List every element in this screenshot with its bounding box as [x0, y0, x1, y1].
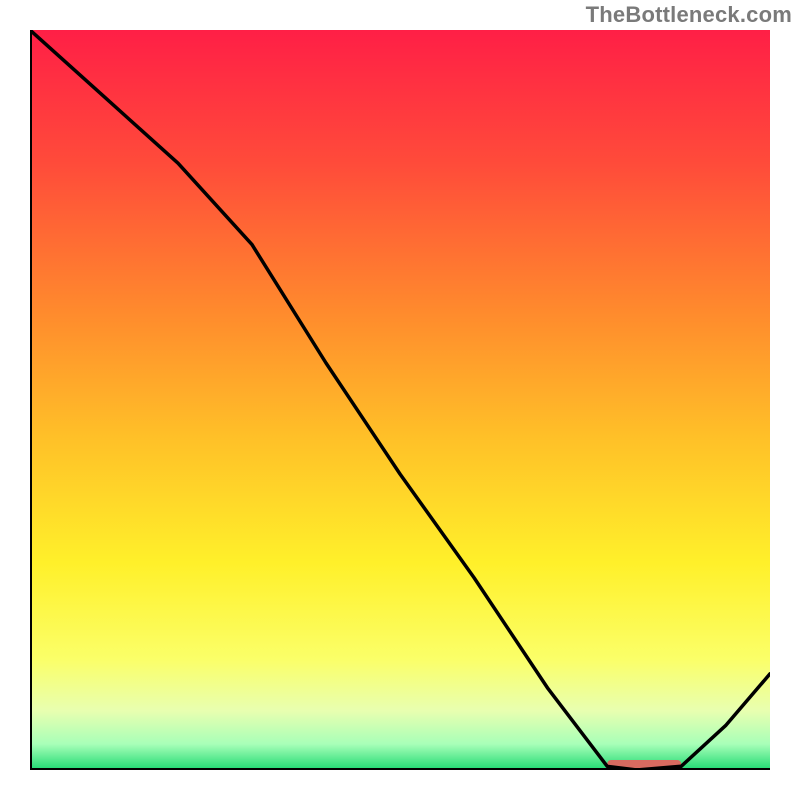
attribution-label: TheBottleneck.com — [586, 2, 792, 28]
chart-canvas: TheBottleneck.com — [0, 0, 800, 800]
plot-area — [30, 30, 770, 770]
gradient-background — [30, 30, 770, 770]
chart-svg — [30, 30, 770, 770]
